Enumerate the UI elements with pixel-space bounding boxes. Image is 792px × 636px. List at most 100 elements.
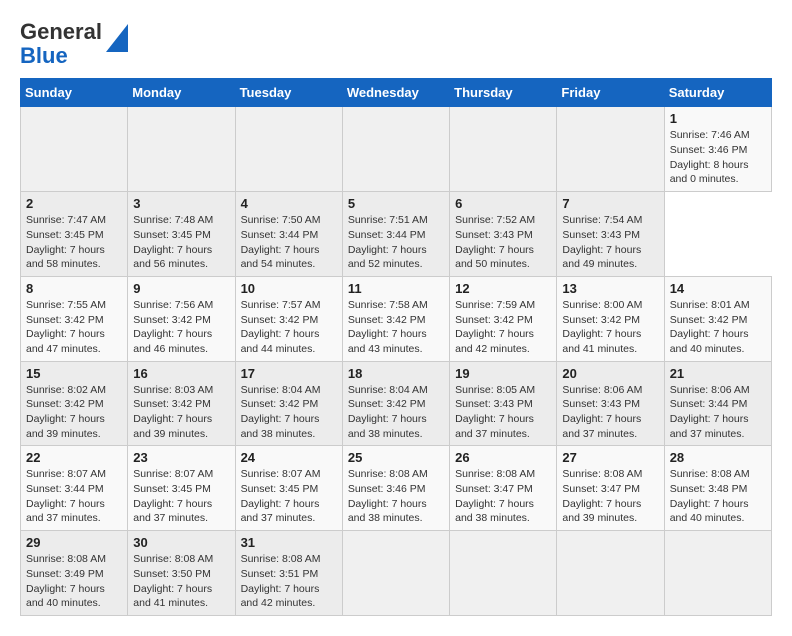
calendar-day-4: 4 Sunrise: 7:50 AMSunset: 3:44 PMDaylight… xyxy=(235,192,342,277)
day-number: 14 xyxy=(670,281,766,296)
calendar-day-25: 25 Sunrise: 8:08 AMSunset: 3:46 PMDayligh… xyxy=(342,446,449,531)
logo-triangle-icon xyxy=(106,24,128,52)
calendar-day-19: 19Sunrise: 8:05 AMSunset: 3:43 PMDayligh… xyxy=(450,361,557,446)
empty-cell xyxy=(557,107,664,192)
day-detail: Sunrise: 7:48 AMSunset: 3:45 PMDaylight:… xyxy=(133,214,213,270)
calendar-day-9: 9 Sunrise: 7:56 AMSunset: 3:42 PMDaylight… xyxy=(128,276,235,361)
day-number: 26 xyxy=(455,450,551,465)
calendar-column-saturday: Saturday xyxy=(664,79,771,107)
calendar-day-1: 1 Sunrise: 7:46 AMSunset: 3:46 PMDaylight… xyxy=(664,107,771,192)
day-number: 29 xyxy=(26,535,122,550)
day-number: 17 xyxy=(241,366,337,381)
day-detail: Sunrise: 8:05 AMSunset: 3:43 PMDaylight:… xyxy=(455,384,535,440)
day-detail: Sunrise: 8:04 AMSunset: 3:42 PMDaylight:… xyxy=(241,384,321,440)
calendar-header-row: SundayMondayTuesdayWednesdayThursdayFrid… xyxy=(21,79,772,107)
day-number: 24 xyxy=(241,450,337,465)
day-number: 1 xyxy=(670,111,766,126)
day-number: 7 xyxy=(562,196,658,211)
calendar-day-21: 21 Sunrise: 8:06 AMSunset: 3:44 PMDayligh… xyxy=(664,361,771,446)
day-number: 31 xyxy=(241,535,337,550)
day-number: 11 xyxy=(348,281,444,296)
day-number: 23 xyxy=(133,450,229,465)
calendar-day-28: 28 Sunrise: 8:08 AMSunset: 3:48 PMDayligh… xyxy=(664,446,771,531)
day-detail: Sunrise: 8:08 AMSunset: 3:49 PMDaylight:… xyxy=(26,553,106,609)
day-number: 12 xyxy=(455,281,551,296)
day-detail: Sunrise: 8:08 AMSunset: 3:46 PMDaylight:… xyxy=(348,468,428,524)
day-number: 22 xyxy=(26,450,122,465)
calendar-day-31: 31 Sunrise: 8:08 AMSunset: 3:51 PMDayligh… xyxy=(235,531,342,616)
calendar-day-30: 30Sunrise: 8:08 AMSunset: 3:50 PMDayligh… xyxy=(128,531,235,616)
day-detail: Sunrise: 7:46 AMSunset: 3:46 PMDaylight:… xyxy=(670,129,750,185)
calendar-day-8: 8 Sunrise: 7:55 AMSunset: 3:42 PMDaylight… xyxy=(21,276,128,361)
calendar-week-4: 15Sunrise: 8:02 AMSunset: 3:42 PMDayligh… xyxy=(21,361,772,446)
day-number: 4 xyxy=(241,196,337,211)
day-number: 9 xyxy=(133,281,229,296)
calendar-week-6: 29 Sunrise: 8:08 AMSunset: 3:49 PMDayligh… xyxy=(21,531,772,616)
calendar-day-22: 22 Sunrise: 8:07 AMSunset: 3:44 PMDayligh… xyxy=(21,446,128,531)
page-header: General Blue xyxy=(20,20,772,68)
calendar-day-23: 23 Sunrise: 8:07 AMSunset: 3:45 PMDayligh… xyxy=(128,446,235,531)
day-number: 25 xyxy=(348,450,444,465)
day-detail: Sunrise: 7:51 AMSunset: 3:44 PMDaylight:… xyxy=(348,214,428,270)
day-detail: Sunrise: 7:56 AMSunset: 3:42 PMDaylight:… xyxy=(133,299,213,355)
day-detail: Sunrise: 8:02 AMSunset: 3:42 PMDaylight:… xyxy=(26,384,106,440)
day-number: 10 xyxy=(241,281,337,296)
day-detail: Sunrise: 8:08 AMSunset: 3:47 PMDaylight:… xyxy=(455,468,535,524)
empty-cell xyxy=(450,107,557,192)
day-number: 30 xyxy=(133,535,229,550)
day-number: 18 xyxy=(348,366,444,381)
calendar-day-2: 2Sunrise: 7:47 AMSunset: 3:45 PMDaylight… xyxy=(21,192,128,277)
day-detail: Sunrise: 8:08 AMSunset: 3:47 PMDaylight:… xyxy=(562,468,642,524)
day-number: 3 xyxy=(133,196,229,211)
day-detail: Sunrise: 8:06 AMSunset: 3:44 PMDaylight:… xyxy=(670,384,750,440)
calendar-day-17: 17 Sunrise: 8:04 AMSunset: 3:42 PMDayligh… xyxy=(235,361,342,446)
day-number: 13 xyxy=(562,281,658,296)
calendar-day-15: 15Sunrise: 8:02 AMSunset: 3:42 PMDayligh… xyxy=(21,361,128,446)
day-detail: Sunrise: 8:01 AMSunset: 3:42 PMDaylight:… xyxy=(670,299,750,355)
calendar-day-11: 11Sunrise: 7:58 AMSunset: 3:42 PMDayligh… xyxy=(342,276,449,361)
day-detail: Sunrise: 7:55 AMSunset: 3:42 PMDaylight:… xyxy=(26,299,106,355)
calendar-column-sunday: Sunday xyxy=(21,79,128,107)
empty-cell xyxy=(342,107,449,192)
calendar-day-3: 3 Sunrise: 7:48 AMSunset: 3:45 PMDaylight… xyxy=(128,192,235,277)
calendar-body: 1 Sunrise: 7:46 AMSunset: 3:46 PMDaylight… xyxy=(21,107,772,616)
calendar-day-12: 12 Sunrise: 7:59 AMSunset: 3:42 PMDayligh… xyxy=(450,276,557,361)
day-detail: Sunrise: 8:08 AMSunset: 3:51 PMDaylight:… xyxy=(241,553,321,609)
calendar-day-6: 6Sunrise: 7:52 AMSunset: 3:43 PMDaylight… xyxy=(450,192,557,277)
day-number: 20 xyxy=(562,366,658,381)
calendar-week-5: 22 Sunrise: 8:07 AMSunset: 3:44 PMDayligh… xyxy=(21,446,772,531)
empty-cell xyxy=(128,107,235,192)
calendar-column-monday: Monday xyxy=(128,79,235,107)
day-detail: Sunrise: 8:07 AMSunset: 3:45 PMDaylight:… xyxy=(133,468,213,524)
calendar-day-13: 13Sunrise: 8:00 AMSunset: 3:42 PMDayligh… xyxy=(557,276,664,361)
day-number: 16 xyxy=(133,366,229,381)
logo: General Blue xyxy=(20,20,128,68)
day-number: 21 xyxy=(670,366,766,381)
day-detail: Sunrise: 7:50 AMSunset: 3:44 PMDaylight:… xyxy=(241,214,321,270)
day-detail: Sunrise: 8:07 AMSunset: 3:44 PMDaylight:… xyxy=(26,468,106,524)
day-detail: Sunrise: 7:59 AMSunset: 3:42 PMDaylight:… xyxy=(455,299,535,355)
logo-blue: Blue xyxy=(20,43,68,68)
day-detail: Sunrise: 8:08 AMSunset: 3:48 PMDaylight:… xyxy=(670,468,750,524)
day-number: 27 xyxy=(562,450,658,465)
day-detail: Sunrise: 8:07 AMSunset: 3:45 PMDaylight:… xyxy=(241,468,321,524)
calendar-day-20: 20Sunrise: 8:06 AMSunset: 3:43 PMDayligh… xyxy=(557,361,664,446)
calendar-day-16: 16 Sunrise: 8:03 AMSunset: 3:42 PMDayligh… xyxy=(128,361,235,446)
calendar-week-1: 1 Sunrise: 7:46 AMSunset: 3:46 PMDaylight… xyxy=(21,107,772,192)
day-detail: Sunrise: 8:03 AMSunset: 3:42 PMDaylight:… xyxy=(133,384,213,440)
empty-cell xyxy=(450,531,557,616)
day-number: 28 xyxy=(670,450,766,465)
calendar-column-thursday: Thursday xyxy=(450,79,557,107)
calendar-week-2: 2Sunrise: 7:47 AMSunset: 3:45 PMDaylight… xyxy=(21,192,772,277)
calendar-day-18: 18Sunrise: 8:04 AMSunset: 3:42 PMDayligh… xyxy=(342,361,449,446)
empty-cell xyxy=(21,107,128,192)
calendar-column-wednesday: Wednesday xyxy=(342,79,449,107)
day-number: 8 xyxy=(26,281,122,296)
calendar-day-7: 7 Sunrise: 7:54 AMSunset: 3:43 PMDaylight… xyxy=(557,192,664,277)
empty-cell xyxy=(342,531,449,616)
day-detail: Sunrise: 7:54 AMSunset: 3:43 PMDaylight:… xyxy=(562,214,642,270)
calendar-day-24: 24 Sunrise: 8:07 AMSunset: 3:45 PMDayligh… xyxy=(235,446,342,531)
calendar-column-tuesday: Tuesday xyxy=(235,79,342,107)
logo-general: General xyxy=(20,19,102,44)
day-number: 5 xyxy=(348,196,444,211)
